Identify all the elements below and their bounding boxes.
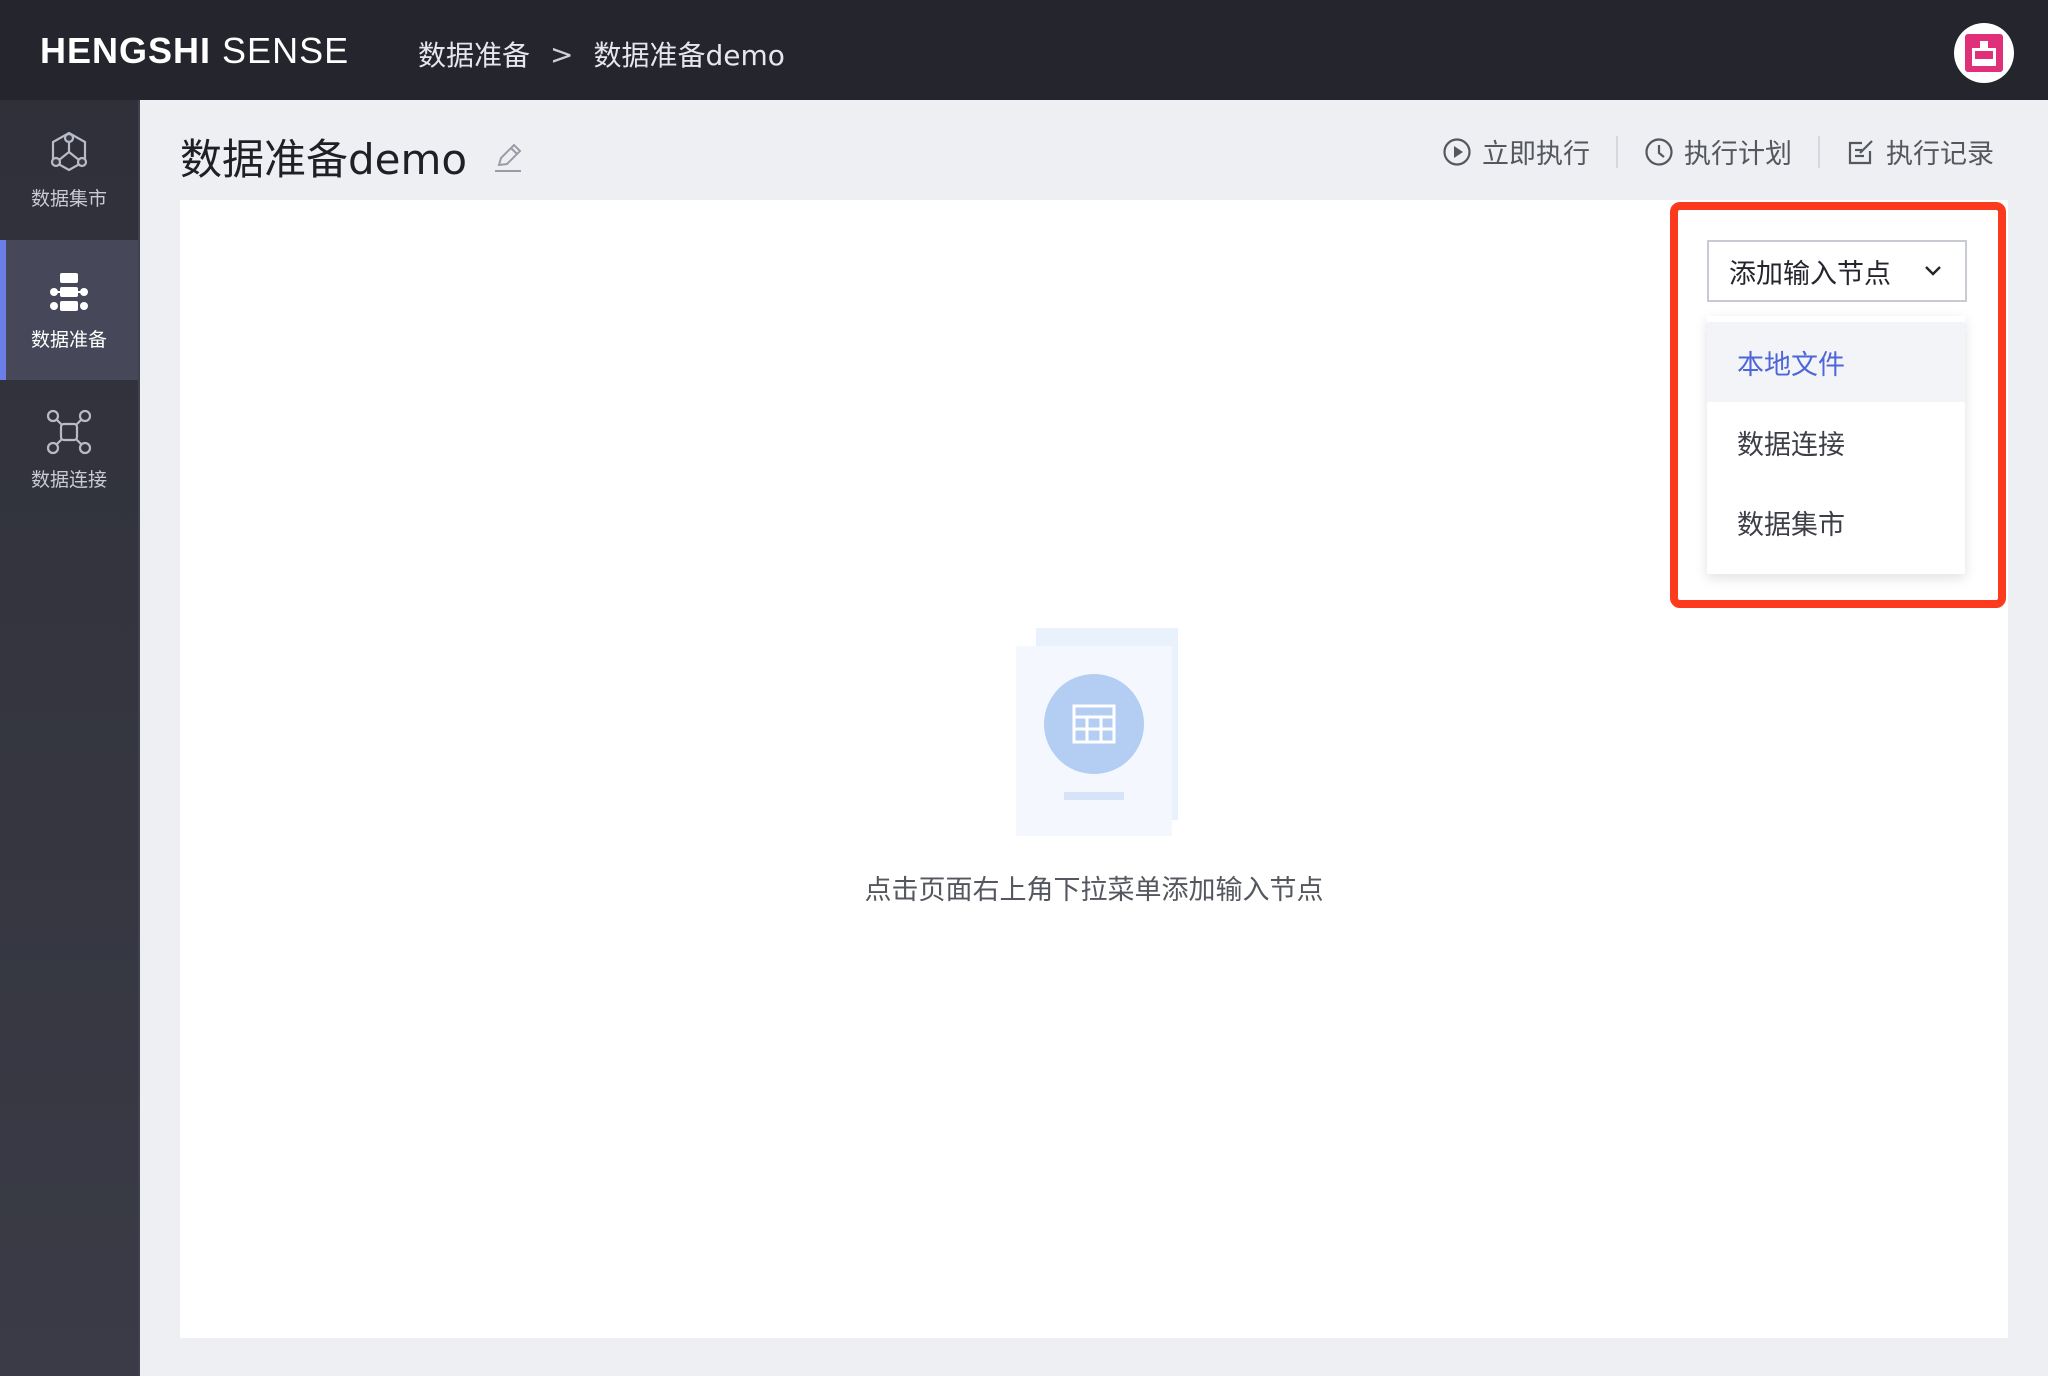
add-input-node-dropdown[interactable]: 添加输入节点 <box>1707 240 1967 302</box>
clock-icon <box>1645 137 1673 166</box>
records-button[interactable]: 执行记录 <box>1820 132 1994 171</box>
empty-table-icon <box>1016 628 1178 836</box>
toolbar: 立即执行 执行计划 执行记录 <box>1416 132 1994 171</box>
sidebar-item-data-prep[interactable]: 数据准备 <box>0 240 138 380</box>
menu-item-data-mart[interactable]: 数据集市 <box>1707 482 1965 562</box>
play-circle-icon <box>1443 137 1471 166</box>
sidebar-item-data-mart[interactable]: 数据集市 <box>0 100 138 240</box>
breadcrumb-separator: > <box>550 37 574 71</box>
sidebar: 数据集市 数据准备 数据连接 <box>0 100 140 1376</box>
records-edit-icon <box>1848 139 1873 164</box>
schedule-label: 执行计划 <box>1684 139 1792 170</box>
brand-name-light: SENSE <box>222 30 350 71</box>
page-title: 数据准备demo <box>180 126 525 187</box>
run-now-label: 立即执行 <box>1482 139 1590 170</box>
chevron-down-icon <box>1925 266 1941 276</box>
sidebar-item-label: 数据连接 <box>30 468 107 491</box>
dropdown-label: 添加输入节点 <box>1729 258 1891 290</box>
page-title-text: 数据准备demo <box>180 135 468 184</box>
sidebar-item-label: 数据准备 <box>30 328 107 351</box>
run-now-button[interactable]: 立即执行 <box>1416 132 1616 171</box>
menu-item-data-connection[interactable]: 数据连接 <box>1707 402 1965 482</box>
edit-pencil-icon[interactable] <box>491 140 525 174</box>
brand-name-bold: HENGSHI <box>40 30 212 71</box>
empty-table-illustration <box>994 620 1194 840</box>
empty-state: 点击页面右上角下拉菜单添加输入节点 <box>180 620 2008 907</box>
breadcrumb-root[interactable]: 数据准备 <box>418 34 530 74</box>
empty-state-message: 点击页面右上角下拉菜单添加输入节点 <box>864 875 1324 906</box>
breadcrumb-current: 数据准备demo <box>593 39 785 72</box>
dropdown-menu: 本地文件 数据连接 数据集市 <box>1707 316 1965 574</box>
schedule-button[interactable]: 执行计划 <box>1618 132 1818 171</box>
data-mart-icon <box>50 131 88 171</box>
data-connection-icon <box>46 409 92 454</box>
user-avatar[interactable] <box>1954 23 2014 83</box>
records-label: 执行记录 <box>1886 139 1994 170</box>
breadcrumb: 数据准备 > 数据准备demo <box>418 34 785 74</box>
brand-logo[interactable]: HENGSHI SENSE <box>40 30 349 72</box>
top-bar: HENGSHI SENSE 数据准备 > 数据准备demo <box>0 0 2048 100</box>
sidebar-item-data-connection[interactable]: 数据连接 <box>0 380 138 520</box>
app-window: HENGSHI SENSE 数据准备 > 数据准备demo 数据集市 数据准备 … <box>0 0 2048 1376</box>
avatar-icon <box>1965 34 2003 72</box>
data-prep-icon <box>50 272 88 311</box>
menu-item-local-file[interactable]: 本地文件 <box>1707 322 1965 402</box>
sidebar-item-label: 数据集市 <box>30 187 107 210</box>
